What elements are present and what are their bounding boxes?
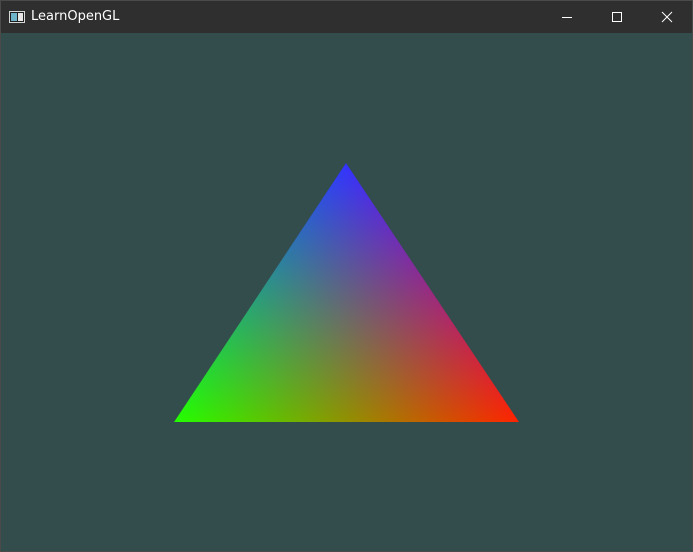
opengl-viewport[interactable] xyxy=(1,33,692,551)
close-icon xyxy=(661,8,673,27)
app-window: LearnOpenGL xyxy=(0,0,693,552)
maximize-icon xyxy=(611,8,623,27)
window-title: LearnOpenGL xyxy=(31,9,120,24)
minimize-button[interactable] xyxy=(542,1,592,33)
render-surface xyxy=(174,163,519,422)
title-bar[interactable]: LearnOpenGL xyxy=(1,1,692,33)
minimize-icon xyxy=(561,8,573,27)
maximize-button[interactable] xyxy=(592,1,642,33)
window-app-icon xyxy=(9,9,25,25)
rgb-triangle xyxy=(174,163,519,422)
close-button[interactable] xyxy=(642,1,692,33)
window-controls xyxy=(542,1,692,33)
